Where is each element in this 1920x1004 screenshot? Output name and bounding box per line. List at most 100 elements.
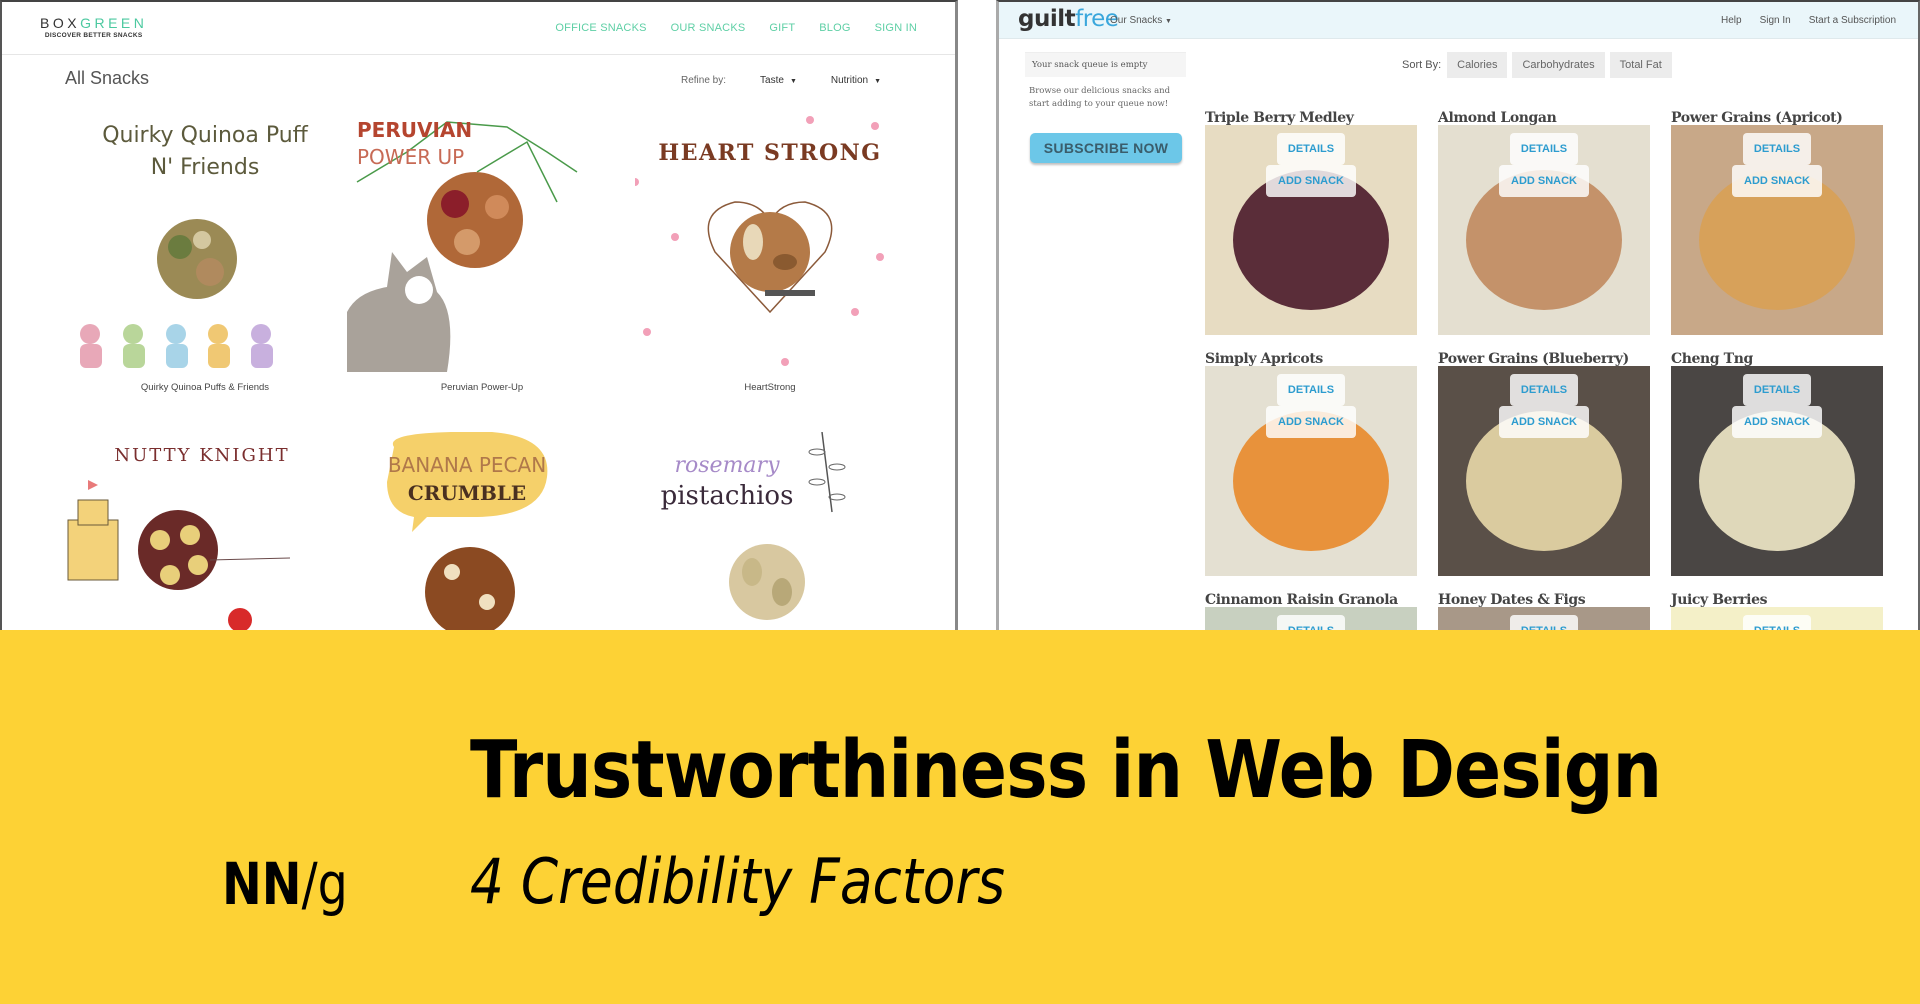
snack-tile[interactable]: Power Grains (Blueberry) DETAILS ADD SNACK	[1438, 351, 1650, 576]
nav-gift[interactable]: GIFT	[769, 22, 795, 34]
snack-name[interactable]: Power Grains (Blueberry)	[1438, 351, 1650, 367]
product-label[interactable]: Peruvian Power-Up	[347, 382, 617, 393]
product-label[interactable]: Quirky Quinoa Puffs & Friends	[70, 382, 340, 393]
sort-label: Sort By:	[1402, 59, 1442, 71]
art-title: HEART STRONG	[658, 140, 881, 166]
title-banner: Trustworthiness in Web Design NN/g 4 Cre…	[0, 630, 1920, 1004]
filter-taste-dropdown[interactable]: Taste ▼	[760, 75, 797, 86]
knight-illustration	[228, 608, 252, 630]
add-snack-button[interactable]: ADD SNACK	[1266, 165, 1356, 197]
snack-name[interactable]: Cheng Tng	[1671, 351, 1883, 367]
banana-pecan-artwork: BANANA PECAN CRUMBLE	[387, 432, 548, 630]
snack-tile[interactable]: Simply Apricots DETAILS ADD SNACK	[1205, 351, 1417, 576]
snack-photo[interactable]: DETAILSADD SNACK	[1671, 366, 1883, 576]
details-button[interactable]: DETAILS	[1510, 374, 1578, 406]
logo-word-box: BOX	[40, 15, 81, 31]
details-button[interactable]: DETAILS	[1743, 374, 1811, 406]
snack-photo[interactable]: DETAILSADD SNACK	[1205, 366, 1417, 576]
caret-down-icon: ▼	[1165, 18, 1172, 25]
guiltfree-screenshot: guiltfree Our Snacks ▼ Help Sign In Star…	[996, 0, 1920, 630]
snack-mix-image	[425, 547, 515, 630]
refine-bar: Refine by: Taste ▼ Nutrition ▼	[681, 75, 881, 86]
art-title-line1: PERUVIAN	[357, 118, 472, 142]
snack-mix-image	[729, 544, 805, 620]
snack-name[interactable]: Power Grains (Apricot)	[1671, 110, 1883, 126]
snack-photo[interactable]: DETAILSADD SNACK	[1205, 607, 1417, 630]
boxgreen-header: BOXGREEN DISCOVER BETTER SNACKS OFFICE S…	[2, 2, 955, 55]
snack-tile[interactable]: Power Grains (Apricot) DETAILS ADD SNACK	[1671, 110, 1883, 335]
add-snack-button[interactable]: ADD SNACK	[1499, 406, 1589, 438]
details-button[interactable]: DETAILS	[1277, 133, 1345, 165]
sort-total-fat-button[interactable]: Total Fat	[1609, 52, 1672, 78]
snack-tile[interactable]: Cheng Tng DETAILS ADD SNACK	[1671, 351, 1883, 576]
boxgreen-screenshot: BOXGREEN DISCOVER BETTER SNACKS OFFICE S…	[0, 0, 958, 630]
art-title-line1: BANANA PECAN	[388, 453, 546, 477]
snack-tile[interactable]: Cinnamon Raisin GranolaDETAILSADD SNACK	[1205, 592, 1417, 630]
guiltfree-header: guiltfree Our Snacks ▼ Help Sign In Star…	[999, 2, 1918, 39]
nutty-knight-artwork: NUTTY KNIGHT	[67, 445, 291, 630]
nng-logo-g: /g	[301, 850, 348, 918]
snack-name[interactable]: Juicy Berries	[1671, 592, 1883, 608]
snack-mix-image	[427, 172, 523, 268]
snack-name[interactable]: Almond Longan	[1438, 110, 1650, 126]
snack-name[interactable]: Cinnamon Raisin Granola	[1205, 592, 1417, 608]
snack-queue-status: Your snack queue is empty	[1025, 52, 1186, 77]
guiltfree-nav: Help Sign In Start a Subscription	[1721, 15, 1896, 26]
nav-start-subscription[interactable]: Start a Subscription	[1809, 15, 1896, 26]
nav-help[interactable]: Help	[1721, 15, 1742, 26]
caret-down-icon: ▼	[789, 78, 797, 85]
details-button[interactable]: DETAILS	[1510, 133, 1578, 165]
logo-tagline: DISCOVER BETTER SNACKS	[44, 32, 143, 39]
snack-tile[interactable]: Triple Berry Medley DETAILS ADD SNACK	[1205, 110, 1417, 335]
rosemary-pistachios-artwork: rosemary pistachios	[661, 432, 846, 620]
details-button[interactable]: DETAILS	[1510, 615, 1578, 630]
snack-name[interactable]: Honey Dates & Figs	[1438, 592, 1650, 608]
nav-office-snacks[interactable]: OFFICE SNACKS	[555, 22, 646, 34]
nav-blog[interactable]: BLOG	[819, 22, 850, 34]
snack-name[interactable]: Simply Apricots	[1205, 351, 1417, 367]
article-subtitle: 4 Credibility Factors	[470, 845, 1006, 918]
add-snack-button[interactable]: ADD SNACK	[1732, 406, 1822, 438]
heartstrong-artwork: HEART STRONG	[635, 116, 884, 366]
add-snack-button[interactable]: ADD SNACK	[1499, 165, 1589, 197]
nav-sign-in[interactable]: Sign In	[1760, 15, 1791, 26]
sort-calories-button[interactable]: Calories	[1447, 52, 1508, 78]
logo-part-guilt: guilt	[1018, 6, 1076, 32]
article-title: Trustworthiness in Web Design	[470, 724, 1662, 816]
browse-message: Browse our delicious snacks and start ad…	[1029, 86, 1171, 109]
sort-bar: Sort By: Calories Carbohydrates Total Fa…	[1402, 52, 1672, 78]
guiltfree-logo[interactable]: guiltfree	[1018, 6, 1119, 32]
art-title-line2: CRUMBLE	[408, 481, 526, 505]
snack-tile[interactable]: Juicy BerriesDETAILSADD SNACK	[1671, 592, 1883, 630]
sort-carbohydrates-button[interactable]: Carbohydrates	[1512, 52, 1605, 78]
caret-down-icon: ▼	[874, 78, 882, 85]
art-title-line2: POWER UP	[357, 145, 464, 169]
add-snack-button[interactable]: ADD SNACK	[1732, 165, 1822, 197]
snack-photo[interactable]: DETAILSADD SNACK	[1671, 607, 1883, 630]
subscribe-now-button[interactable]: SUBSCRIBE NOW	[1030, 133, 1182, 163]
art-title: NUTTY KNIGHT	[114, 445, 289, 466]
details-button[interactable]: DETAILS	[1743, 615, 1811, 630]
llama-illustration	[347, 252, 451, 372]
snack-tile[interactable]: Honey Dates & FigsDETAILSADD SNACK	[1438, 592, 1650, 630]
product-label[interactable]: HeartStrong	[635, 382, 905, 393]
snack-photo[interactable]: DETAILSADD SNACK	[1671, 125, 1883, 335]
boxgreen-logo[interactable]: BOXGREEN DISCOVER BETTER SNACKS	[40, 15, 147, 39]
filter-nutrition-dropdown[interactable]: Nutrition ▼	[831, 75, 881, 86]
our-snacks-dropdown[interactable]: Our Snacks ▼	[1110, 15, 1172, 26]
nav-our-snacks[interactable]: OUR SNACKS	[671, 22, 746, 34]
details-button[interactable]: DETAILS	[1277, 374, 1345, 406]
add-snack-button[interactable]: ADD SNACK	[1266, 406, 1356, 438]
nng-logo-nn: NN	[222, 850, 302, 918]
snack-tile[interactable]: Almond Longan DETAILS ADD SNACK	[1438, 110, 1650, 335]
nav-sign-in[interactable]: SIGN IN	[875, 22, 917, 34]
snack-photo[interactable]: DETAILSADD SNACK	[1438, 125, 1650, 335]
details-button[interactable]: DETAILS	[1743, 133, 1811, 165]
details-button[interactable]: DETAILS	[1277, 615, 1345, 630]
snack-photo[interactable]: DETAILSADD SNACK	[1438, 366, 1650, 576]
snack-name[interactable]: Triple Berry Medley	[1205, 110, 1417, 126]
snack-mix-image	[157, 219, 237, 299]
snack-photo[interactable]: DETAILSADD SNACK	[1205, 125, 1417, 335]
art-title-line1: rosemary	[675, 453, 781, 478]
snack-photo[interactable]: DETAILSADD SNACK	[1438, 607, 1650, 630]
